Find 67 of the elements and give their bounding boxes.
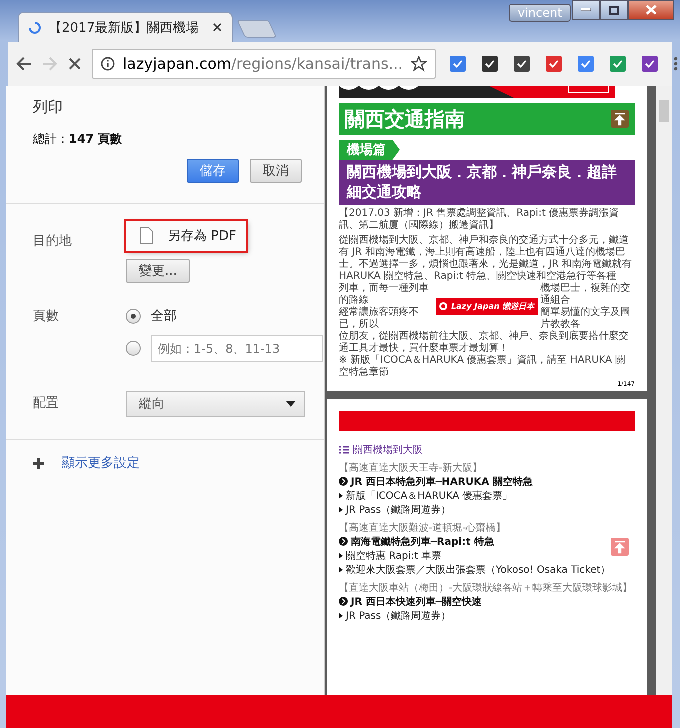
browser-tab[interactable]: 【2017最新版】關西機場	[18, 12, 233, 42]
setting-label: 頁數	[33, 308, 60, 326]
article-text: 位朋友，從關西機場前往大阪、京都、神戶、奈良到底要搭什麼交通工具才最快，買什麼車票才最划算！	[339, 330, 630, 354]
article-text: 簡單易懂的文字及圖片教教各	[540, 306, 632, 330]
chevron-circle-icon	[339, 537, 348, 546]
chevron-circle-icon	[339, 477, 348, 486]
info-icon[interactable]	[101, 57, 115, 71]
address-bar[interactable]: lazyjapan.com/regions/kansai/trans...	[92, 49, 436, 79]
article-text: 列車，而每一種列車的路線	[339, 282, 430, 306]
scrollbar[interactable]	[656, 86, 672, 695]
document-icon	[140, 227, 154, 245]
plus-icon	[33, 458, 44, 468]
maximize-icon	[609, 6, 619, 14]
minimize-icon	[581, 8, 591, 12]
bullet-icon	[339, 506, 343, 512]
page-total: 總計：147 頁數	[33, 131, 124, 148]
setting-label: 目的地	[33, 233, 73, 251]
close-icon[interactable]	[213, 23, 222, 32]
article-text: 機場巴士，複雜的交通組合	[540, 282, 632, 306]
layout-dropdown[interactable]: 縱向	[126, 391, 305, 417]
bullet-icon	[339, 566, 343, 572]
route-heading: 【高速直達大阪難波-道頓堀-心齋橋】	[339, 522, 508, 534]
star-icon[interactable]	[411, 56, 428, 72]
site-badge: Lazy Japan 懶遊日本	[436, 298, 538, 316]
article-text: 經常讓旅客頭疼不已，所以	[339, 306, 420, 330]
option-label: 全部	[151, 308, 177, 325]
scroll-top-icon[interactable]	[611, 110, 629, 128]
train-title: 南海電鐵特急列車─Rapi:t 特急	[351, 536, 494, 548]
menu-icon[interactable]	[674, 56, 678, 72]
ticket-link[interactable]: JR Pass（鐵路周遊券）	[346, 608, 452, 622]
article-text: 從關西機場到大阪、京都、神戶和奈良的交通方式十分多元，鐵道有 JR 和南海電鐵，海上則有高速船，陸上也有四通八達的機場巴士。不過選擇一多，煩惱也跟著來，光是鐵道，JR 和南海電鐵就有 HARUKA 關空特急、Rapi:t 特急、關空快速和空港急行等各種	[339, 234, 634, 282]
bullet-icon	[339, 492, 343, 498]
article-text: ※ 新版「ICOCA＆HARUKA 優惠套票」資訊，請至 HARUKA 關空特急章節	[339, 354, 626, 378]
maximize-button[interactable]	[600, 0, 628, 20]
close-icon	[646, 5, 656, 15]
chevron-circle-icon	[339, 597, 348, 606]
article-text: 【2017.03 新增：JR 售票處調整資訊、Rapi:t 優惠票券調漲資訊、第二航廈（國際線）搬遷資訊】	[339, 208, 620, 232]
toc-heading: 關西機場到大阪	[353, 444, 423, 456]
page-range-field[interactable]: 例如：1-5、8、11-13	[151, 335, 323, 362]
guide-banner: 關西交通指南	[339, 103, 635, 135]
minimize-button[interactable]	[572, 0, 600, 20]
ticket-link[interactable]: JR Pass（鐵路周遊券）	[346, 502, 452, 516]
list-icon	[339, 446, 349, 454]
caret-icon	[286, 401, 296, 407]
route-heading: 【直達大阪車站（梅田）-大阪環狀線各站＋轉乘至大阪環球影城】	[339, 582, 634, 594]
article-headline: 關西機場到大阪．京都．神戶奈良．超詳細交通攻略	[339, 160, 635, 204]
extension-icon[interactable]	[482, 56, 498, 72]
ticket-link[interactable]: 歡迎來大阪套票／大阪出張套票（Yokoso! Osaka Ticket）	[346, 562, 611, 576]
destination-field: 另存為 PDF	[126, 221, 246, 251]
setting-label: 配置	[33, 395, 60, 413]
radio-button[interactable]	[126, 308, 141, 324]
radio-button[interactable]	[126, 341, 141, 356]
cancel-button[interactable]: 取消	[250, 159, 302, 183]
more-settings-link[interactable]: 顯示更多設定	[62, 454, 140, 472]
close-button[interactable]	[628, 0, 674, 20]
ticket-link[interactable]: 關空特惠 Rapi:t 車票	[346, 548, 442, 562]
dialog-title: 列印	[33, 98, 64, 117]
ticket-link[interactable]: 新版「ICOCA＆HARUKA 優惠套票」	[346, 488, 513, 502]
route-heading: 【高速直達大阪天王寺-新大阪】	[339, 462, 484, 474]
train-title: JR 西日本特急列車─HARUKA 關空特急	[351, 476, 533, 488]
train-title: JR 西日本快速列車─關空快速	[351, 596, 482, 608]
extension-icon[interactable]	[514, 56, 530, 72]
change-button[interactable]: 變更...	[126, 259, 190, 283]
bullet-icon	[339, 552, 343, 558]
bullet-icon	[339, 612, 343, 618]
section-tag: 機場篇	[339, 140, 400, 160]
extension-icon[interactable]	[642, 56, 658, 72]
